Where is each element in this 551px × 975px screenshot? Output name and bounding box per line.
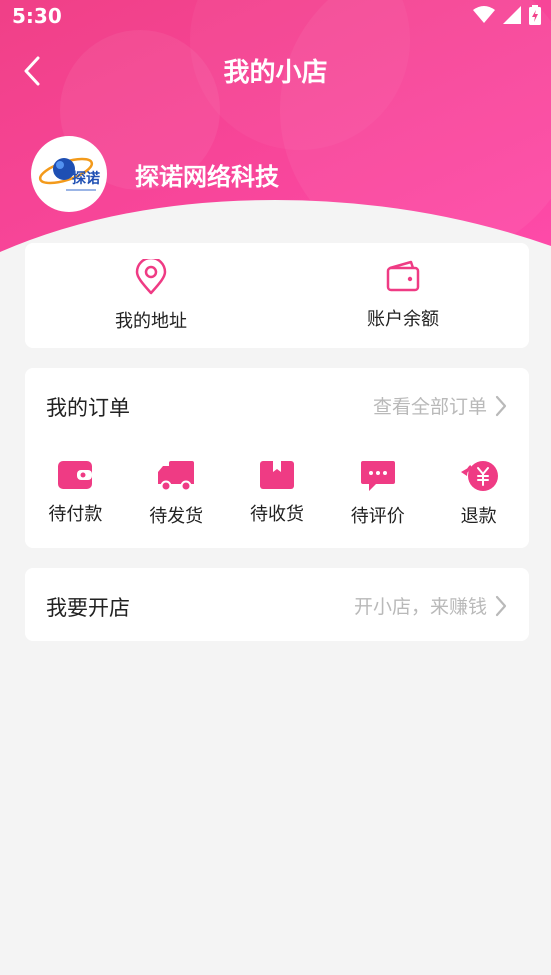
signal-icon — [503, 6, 521, 24]
shop-avatar[interactable]: 探诺 — [31, 136, 107, 212]
open-shop-card[interactable]: 我要开店 开小店，来赚钱 — [25, 568, 529, 641]
wallet-icon — [386, 260, 420, 292]
account-balance-button[interactable]: 账户余额 — [277, 243, 529, 348]
order-status-row: 待付款 待发货 待收货 待评价 退款 — [25, 460, 529, 540]
quick-actions-card: 我的地址 账户余额 — [25, 243, 529, 348]
my-address-label: 我的地址 — [115, 311, 187, 332]
refund-button[interactable]: 退款 — [428, 460, 529, 540]
my-address-button[interactable]: 我的地址 — [25, 243, 277, 348]
wallet-fill-icon — [58, 461, 93, 489]
orders-title: 我的订单 — [46, 396, 130, 420]
view-all-orders-link[interactable]: 查看全部订单 — [373, 392, 507, 419]
open-shop-hint: 开小店，来赚钱 — [353, 596, 487, 618]
shop-profile: 探诺 探诺网络科技 — [31, 135, 279, 213]
status-bar: 5:30 — [0, 0, 551, 32]
wifi-icon — [473, 6, 495, 23]
shop-logo: 探诺 — [38, 157, 100, 191]
pending-payment-button[interactable]: 待付款 — [25, 460, 126, 540]
chat-icon — [360, 461, 395, 491]
orders-header[interactable]: 我的订单 查看全部订单 — [25, 368, 529, 440]
orders-card: 我的订单 查看全部订单 待付款 待发货 待收货 待评价 退款 — [25, 368, 529, 548]
page-title: 我的小店 — [223, 58, 328, 88]
pending-shipment-button[interactable]: 待发货 — [126, 460, 227, 540]
app-root: 5:30 我的小店 探诺 探诺网络科技 我的地址 账户余额 我的订单 查看全部订… — [0, 0, 551, 975]
status-time: 5:30 — [12, 4, 62, 28]
chevron-right-icon — [495, 395, 507, 416]
account-balance-label: 账户余额 — [367, 309, 439, 330]
pending-payment-label: 待付款 — [48, 504, 103, 525]
shop-logo-text: 探诺 — [72, 170, 100, 187]
open-shop-title: 我要开店 — [46, 596, 130, 620]
pending-review-label: 待评价 — [350, 506, 405, 527]
status-icons — [473, 5, 541, 25]
pending-receipt-button[interactable]: 待收货 — [227, 460, 328, 540]
box-icon — [259, 461, 294, 489]
open-shop-link[interactable]: 开小店，来赚钱 — [354, 592, 507, 619]
pending-review-button[interactable]: 待评价 — [327, 460, 428, 540]
shop-name: 探诺网络科技 — [135, 162, 279, 191]
chevron-right-icon — [495, 595, 507, 616]
view-all-orders-label: 查看全部订单 — [372, 396, 487, 418]
truck-icon — [158, 461, 195, 492]
nav-bar: 我的小店 — [0, 44, 551, 96]
refund-yuan-icon — [460, 461, 498, 491]
location-pin-icon — [135, 259, 167, 295]
battery-icon — [529, 5, 541, 25]
pending-receipt-label: 待收货 — [249, 504, 304, 525]
pending-shipment-label: 待发货 — [149, 506, 204, 527]
refund-label: 退款 — [460, 506, 497, 527]
